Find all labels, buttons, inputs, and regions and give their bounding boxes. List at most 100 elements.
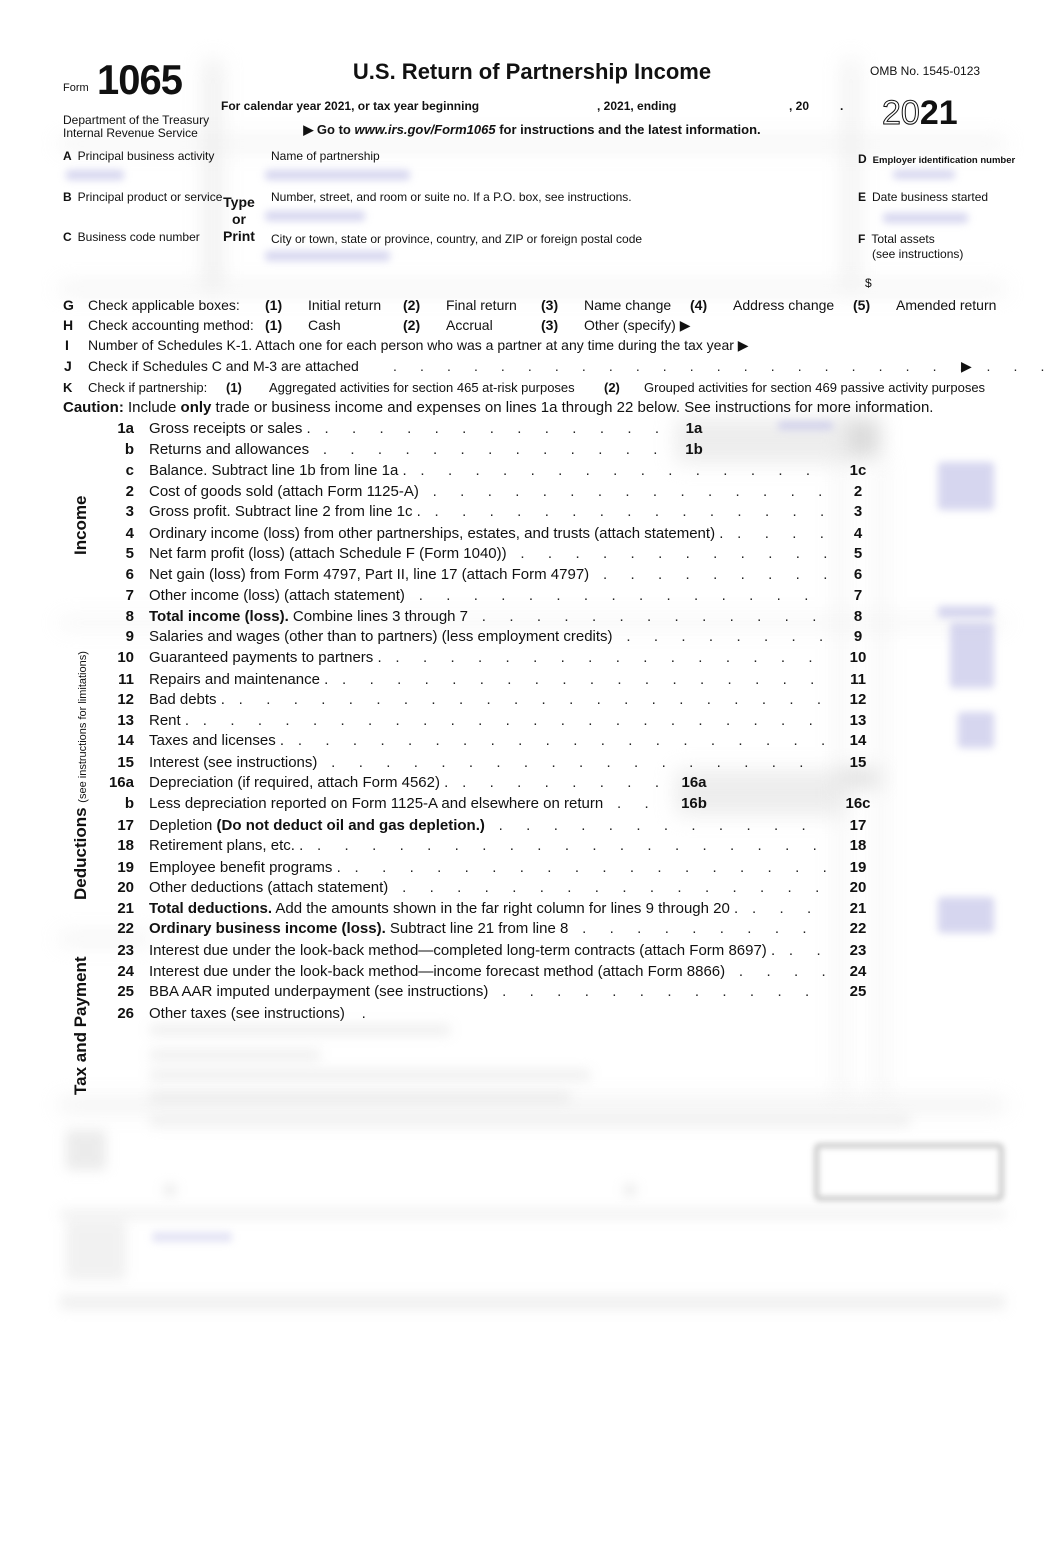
line-row: 26 Other taxes (see instructions) . <box>0 1005 1062 1026</box>
line-text: Rent . <box>149 712 190 729</box>
line-7-amount-field[interactable] <box>882 587 1002 607</box>
line-text: Interest (see instructions) <box>149 754 318 771</box>
checkbox-final-return[interactable]: (2) <box>403 297 420 313</box>
checkbox-initial-return[interactable]: (1) <box>265 297 282 313</box>
line-16c-amount-field[interactable] <box>882 795 1002 815</box>
firm-name-field[interactable] <box>152 1260 792 1280</box>
ein-field[interactable] <box>893 170 955 179</box>
leader-dots: . . . . . . . . . . . . . . . . . . . . … <box>498 817 828 834</box>
leader-dots: . . . . . . . . . . . . . . . . . . . . … <box>402 879 828 896</box>
label: Business code number <box>77 230 200 244</box>
amount-1c-3[interactable] <box>938 462 994 510</box>
leader-dots: . . . . . . . . . . . . . . . . . . . . … <box>395 649 828 666</box>
amount-8[interactable] <box>938 606 994 618</box>
line-row: 20 Other deductions (attach statement) . … <box>0 879 1062 900</box>
line-19-amount-field[interactable] <box>882 859 1002 879</box>
line-5-amount-field[interactable] <box>882 545 1002 565</box>
arrow-icon: ▶ <box>961 358 972 374</box>
checkbox-schedules-c-m3[interactable] <box>981 358 1003 374</box>
line-description: Retirement plans, etc. . . . . . . . . .… <box>149 837 828 854</box>
checkbox-other-method[interactable]: (3) <box>541 317 558 333</box>
total-assets-note: (see instructions) <box>872 247 964 261</box>
checkbox-grouped-activities[interactable]: (2) <box>604 380 620 395</box>
line-17-amount-field[interactable] <box>882 817 1002 837</box>
line-text: Other deductions (attach statement) <box>149 879 389 896</box>
line-20-amount-field[interactable] <box>882 879 1002 899</box>
other-method-field[interactable] <box>713 317 1003 333</box>
checkbox-name-change[interactable]: (3) <box>541 297 558 313</box>
line-18-amount-field[interactable] <box>882 837 1002 857</box>
amount-21-22[interactable] <box>938 897 994 933</box>
line-6-amount-field[interactable] <box>882 566 1002 586</box>
signature-date-field[interactable] <box>640 1180 800 1202</box>
line-text: Combine lines 3 through 7 <box>288 608 469 625</box>
checkbox-cash[interactable]: (1) <box>265 317 282 333</box>
line-row: 1a Gross receipts or sales . . . . . . . … <box>0 420 1062 441</box>
leader-dots: . . . . . . . . . . . . . . . . . . . . … <box>354 859 828 876</box>
line-text: Subtract line 21 from line 8 <box>385 920 569 937</box>
line-box-number: 1c <box>849 462 867 479</box>
checkbox-address-change[interactable]: (4) <box>690 297 707 313</box>
leader-dots: . . . . . . . . . . . . . . . . . . . . … <box>626 628 828 645</box>
line-description: Total deductions. Add the amounts shown … <box>149 900 828 917</box>
line-25-amount-field[interactable] <box>882 983 1002 1003</box>
line-number: 22 <box>117 920 134 937</box>
principal-business-activity-field[interactable] <box>66 170 124 180</box>
line-number: 10 <box>117 649 134 666</box>
line-4-amount-field[interactable] <box>882 525 1002 545</box>
form-footer <box>60 1295 1005 1309</box>
ptin-ein-phone-fields[interactable] <box>800 1225 1000 1285</box>
line-text: Net farm profit (loss) (attach Schedule … <box>149 545 507 562</box>
line-1b-amount-field[interactable] <box>716 441 834 461</box>
line-description: Employee benefit programs . . . . . . . … <box>149 859 828 876</box>
accrual-label: Accrual <box>446 317 493 333</box>
form-number: 1065 <box>97 56 183 103</box>
amount-9-11[interactable] <box>950 622 994 688</box>
leader-dots: . . . . . . . . . . . . . . . . . . . . … <box>602 566 828 583</box>
line-15-amount-field[interactable] <box>882 754 1002 774</box>
partnership-name-field[interactable] <box>265 170 410 180</box>
final-return-label: Final return <box>446 297 517 313</box>
line-text: Depreciation (if required, attach Form 4… <box>149 774 449 791</box>
sign-here-label <box>66 1130 106 1170</box>
line-16b-amount-field[interactable] <box>716 795 834 815</box>
irs-url-link[interactable]: www.irs.gov/Form1065 <box>354 122 495 137</box>
line-row: 8 Total income (loss). Combine lines 3 th… <box>0 608 1062 629</box>
leader-dots: . . . . . . . . . . . . . . . . . . . . … <box>322 441 662 458</box>
checkbox-accrual[interactable]: (2) <box>403 317 420 333</box>
date-started-label: E Date business started <box>858 190 988 204</box>
line-28-redacted <box>150 1050 320 1060</box>
line-12-amount-field[interactable] <box>882 691 1002 711</box>
line-30-redacted <box>150 1092 570 1102</box>
line-number: c <box>125 462 134 479</box>
letter-j: J <box>64 358 72 374</box>
line-bold-text: Total deductions. <box>149 900 273 917</box>
line-box-number: 23 <box>849 942 867 959</box>
tax-year-end-field[interactable] <box>685 97 785 113</box>
general-partner-signature-field[interactable] <box>160 1180 600 1202</box>
line-box-number: 16c <box>845 795 871 812</box>
checkbox-aggregated-activities[interactable]: (1) <box>226 380 242 395</box>
line-23-amount-field[interactable] <box>882 942 1002 962</box>
amount-13-14[interactable] <box>958 712 994 748</box>
irs-discuss-box[interactable] <box>814 1143 1004 1201</box>
line-24-amount-field[interactable] <box>882 963 1002 983</box>
line-row: 5 Net farm profit (loss) (attach Schedule… <box>0 545 1062 566</box>
arrow-icon <box>625 1185 635 1195</box>
line-box-number: 22 <box>849 920 867 937</box>
amount-1a[interactable] <box>778 421 833 430</box>
date-started-field[interactable] <box>883 213 968 223</box>
preparer-name-field[interactable] <box>152 1232 232 1242</box>
line-description: Interest due under the look-back method—… <box>149 942 828 959</box>
line-description: Gross profit. Subtract line 2 from line … <box>149 503 828 520</box>
schedules-k1-count-field[interactable] <box>863 337 1003 353</box>
checkbox-amended-return[interactable]: (5) <box>853 297 870 313</box>
form-divider <box>60 285 1005 293</box>
line-16a-amount-field[interactable] <box>716 774 834 794</box>
street-address-field[interactable] <box>265 211 365 221</box>
preparer-signature-field[interactable] <box>410 1225 690 1245</box>
city-state-zip-field[interactable] <box>265 251 390 261</box>
line-description: Taxes and licenses . . . . . . . . . . .… <box>149 732 828 749</box>
total-assets-field[interactable] <box>878 274 1003 290</box>
tax-year-begin-field[interactable] <box>488 97 588 113</box>
